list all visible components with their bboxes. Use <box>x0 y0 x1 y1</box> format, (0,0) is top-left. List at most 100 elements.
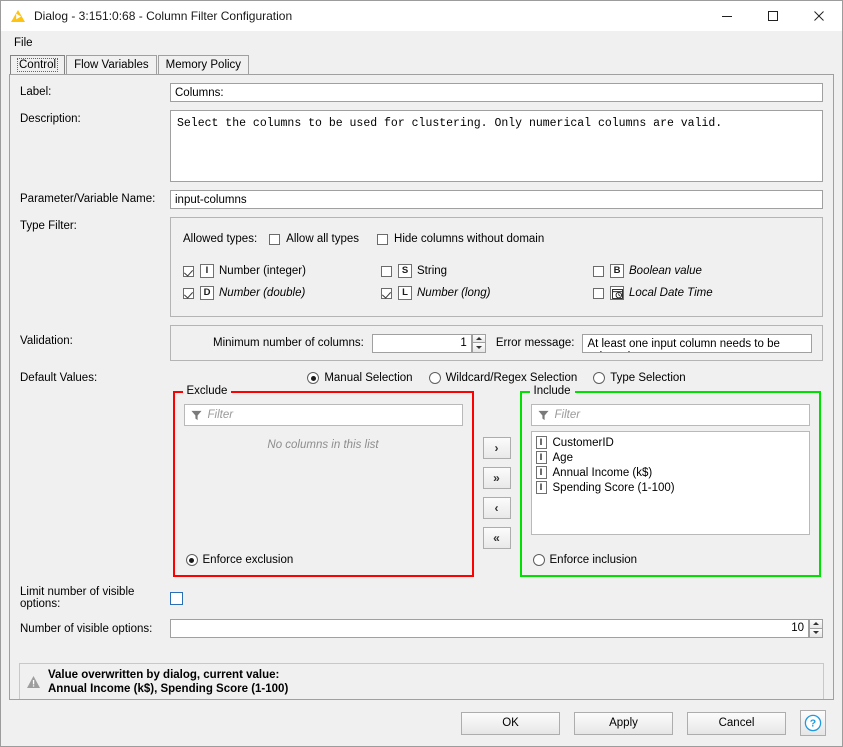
close-button[interactable] <box>796 1 842 31</box>
exclude-filter-placeholder: Filter <box>207 409 234 421</box>
number-visible-options-label: Number of visible options: <box>20 622 153 635</box>
maximize-button[interactable] <box>750 1 796 31</box>
move-right-button[interactable]: › <box>482 437 511 459</box>
radio-type-selection[interactable]: Type Selection <box>593 367 686 389</box>
list-item[interactable]: I Spending Score (1-100) <box>535 480 805 495</box>
dialog-footer: OK Apply Cancel ? <box>1 700 842 746</box>
parameter-field-label: Parameter/Variable Name: <box>20 193 156 205</box>
help-button[interactable]: ? <box>800 710 826 736</box>
include-exclude-panels: Exclude Filter No columns in this list E… <box>170 385 823 577</box>
type-checkbox-boolean[interactable]: B Boolean value <box>593 260 791 282</box>
move-left-button[interactable]: ‹ <box>482 497 511 519</box>
type-checkbox-number-long[interactable]: L Number (long) <box>381 282 593 304</box>
move-all-right-button[interactable]: » <box>482 467 511 489</box>
list-item-label: Spending Score (1-100) <box>552 481 675 494</box>
number-visible-spin-down[interactable] <box>809 628 823 638</box>
tab-control-label: Control <box>16 58 59 72</box>
type-checkbox-number-double[interactable]: D Number (double) <box>183 282 381 304</box>
exclude-panel: Exclude Filter No columns in this list E… <box>172 385 474 577</box>
type-filter-row: Type Filter: Allowed types: Allow all ty… <box>20 217 823 317</box>
tab-control[interactable]: Control <box>10 55 66 74</box>
integer-type-icon: I <box>535 466 547 479</box>
type-checkbox-box-string <box>381 265 392 277</box>
type-label-local-date-time: Local Date Time <box>629 287 713 299</box>
local-date-time-icon <box>610 286 624 300</box>
boolean-type-icon: B <box>610 264 624 278</box>
description-textarea[interactable]: Select the columns to be used for cluste… <box>170 110 823 182</box>
minimize-button[interactable] <box>704 1 750 31</box>
hide-no-domain-checkbox[interactable]: Hide columns without domain <box>377 228 544 250</box>
exclude-empty-message: No columns in this list <box>267 439 379 451</box>
include-filter-placeholder: Filter <box>554 409 581 421</box>
cancel-button[interactable]: Cancel <box>687 711 786 735</box>
min-columns-spin-down[interactable] <box>471 343 486 353</box>
radio-manual-selection[interactable]: Manual Selection <box>307 367 428 389</box>
validation-group: Minimum number of columns: 1 Error messa… <box>170 325 823 361</box>
menu-item-file[interactable]: File <box>9 35 38 51</box>
exclude-list[interactable]: No columns in this list <box>184 431 463 535</box>
radio-type-selection-dot <box>593 372 606 384</box>
label-input[interactable]: Columns: <box>170 83 823 102</box>
type-label-number-long: Number (long) <box>417 287 491 299</box>
enforce-exclusion-radio[interactable]: Enforce exclusion <box>185 554 310 566</box>
number-visible-options-stepper[interactable]: 10 <box>170 619 823 638</box>
chevron-up-icon <box>813 622 819 626</box>
chevron-down-icon <box>475 345 482 349</box>
limit-visible-options-checkbox[interactable] <box>170 591 183 605</box>
min-columns-label: Minimum number of columns: <box>213 337 364 349</box>
window-controls <box>704 1 842 31</box>
include-panel: Include Filter I CustomerID I Age I Annu… <box>519 385 821 577</box>
type-checkbox-local-date-time[interactable]: Local Date Time <box>593 282 791 304</box>
description-row: Description: Select the columns to be us… <box>20 110 823 182</box>
allowed-types-grid: I Number (integer) D Number (double) S S… <box>171 250 822 316</box>
type-checkbox-number-integer[interactable]: I Number (integer) <box>183 260 381 282</box>
include-filter-input[interactable]: Filter <box>530 404 810 426</box>
move-all-left-button[interactable]: « <box>482 527 511 549</box>
number-visible-options-row: Number of visible options: 10 <box>20 619 823 638</box>
allowed-types-row: Allowed types: Allow all types Hide colu… <box>171 218 822 250</box>
dialog-window: Dialog - 3:151:0:68 - Column Filter Conf… <box>0 0 843 747</box>
radio-wildcard-regex-label: Wildcard/Regex Selection <box>445 372 578 384</box>
ok-button[interactable]: OK <box>461 711 560 735</box>
min-columns-stepper[interactable]: 1 <box>371 333 486 353</box>
min-columns-spin-buttons <box>471 333 486 353</box>
exclude-filter-input[interactable]: Filter <box>183 404 463 426</box>
type-label-number-integer: Number (integer) <box>219 265 306 277</box>
apply-button[interactable]: Apply <box>574 711 673 735</box>
list-item[interactable]: I Age <box>535 450 805 465</box>
enforce-inclusion-label: Enforce inclusion <box>549 554 638 566</box>
type-checkbox-box-double <box>183 287 194 299</box>
svg-text:?: ? <box>810 718 816 730</box>
label-field-label: Label: <box>20 86 52 98</box>
chevron-down-icon <box>813 631 819 635</box>
type-filter-group: Allowed types: Allow all types Hide colu… <box>170 217 823 317</box>
number-visible-spin-up[interactable] <box>809 619 823 629</box>
hide-no-domain-box <box>377 233 389 245</box>
warning-line-1: Value overwritten by dialog, current val… <box>48 668 280 681</box>
parameter-input[interactable]: input-columns <box>170 190 823 209</box>
description-field-wrap: Select the columns to be used for cluste… <box>170 110 823 182</box>
title-bar: Dialog - 3:151:0:68 - Column Filter Conf… <box>1 1 842 31</box>
validation-controls: Minimum number of columns: 1 Error messa… <box>171 326 822 360</box>
menu-bar: File <box>1 31 842 54</box>
min-columns-value[interactable]: 1 <box>371 333 472 353</box>
enforce-inclusion-dot <box>532 554 545 566</box>
list-item[interactable]: I CustomerID <box>535 435 805 450</box>
include-list[interactable]: I CustomerID I Age I Annual Income (k$) <box>530 431 810 535</box>
error-message-input[interactable]: At least one input column needs to be se… <box>582 333 813 353</box>
tab-memory-policy[interactable]: Memory Policy <box>157 55 250 74</box>
type-checkbox-string[interactable]: S String <box>381 260 593 282</box>
enforce-exclusion-dot <box>185 554 198 566</box>
enforce-inclusion-radio[interactable]: Enforce inclusion <box>532 554 654 566</box>
min-columns-spin-up[interactable] <box>471 333 486 343</box>
warning-bar: Value overwritten by dialog, current val… <box>19 663 824 699</box>
filter-funnel-icon <box>190 410 202 421</box>
long-type-icon: L <box>398 286 412 300</box>
limit-visible-options-row: Limit number of visible options: <box>20 586 823 610</box>
allow-all-types-checkbox[interactable]: Allow all types <box>269 228 359 250</box>
list-item[interactable]: I Annual Income (k$) <box>535 465 805 480</box>
string-type-icon: S <box>398 264 412 278</box>
number-visible-options-value[interactable]: 10 <box>170 619 809 638</box>
tab-flow-variables[interactable]: Flow Variables <box>66 55 157 74</box>
type-label-number-double: Number (double) <box>219 287 306 299</box>
